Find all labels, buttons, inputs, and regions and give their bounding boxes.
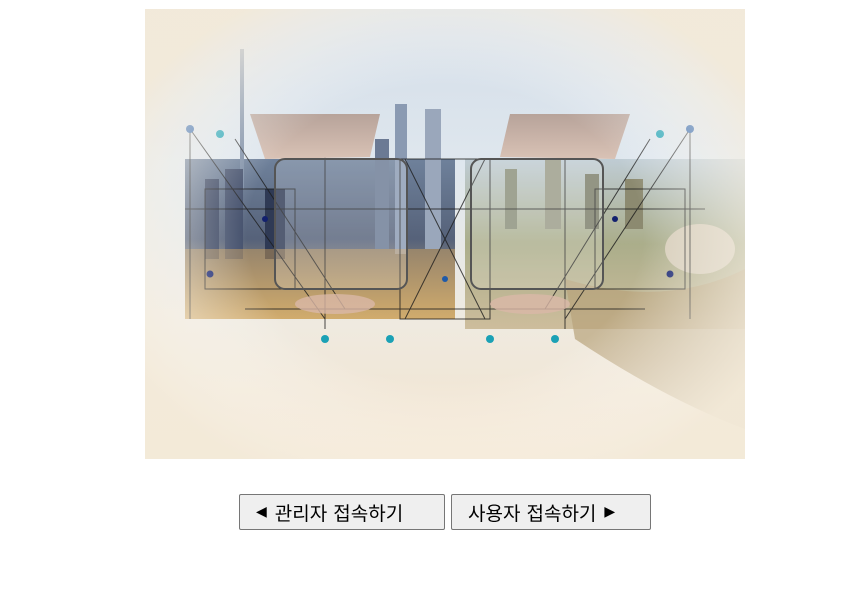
- hero-image: [145, 9, 745, 459]
- admin-login-label: 관리자 접속하기: [274, 502, 404, 525]
- page: ◀ 관리자 접속하기 사용자 접속하기 ▶: [0, 0, 867, 591]
- user-login-label: 사용자 접속하기: [468, 502, 597, 525]
- admin-login-button[interactable]: ◀ 관리자 접속하기: [239, 494, 445, 530]
- arrow-left-icon: ◀: [256, 504, 267, 520]
- user-login-button[interactable]: 사용자 접속하기 ▶: [451, 494, 651, 530]
- hero-illustration: [145, 9, 745, 459]
- arrow-right-icon: ▶: [604, 504, 616, 520]
- action-buttons: ◀ 관리자 접속하기 사용자 접속하기 ▶: [239, 494, 651, 530]
